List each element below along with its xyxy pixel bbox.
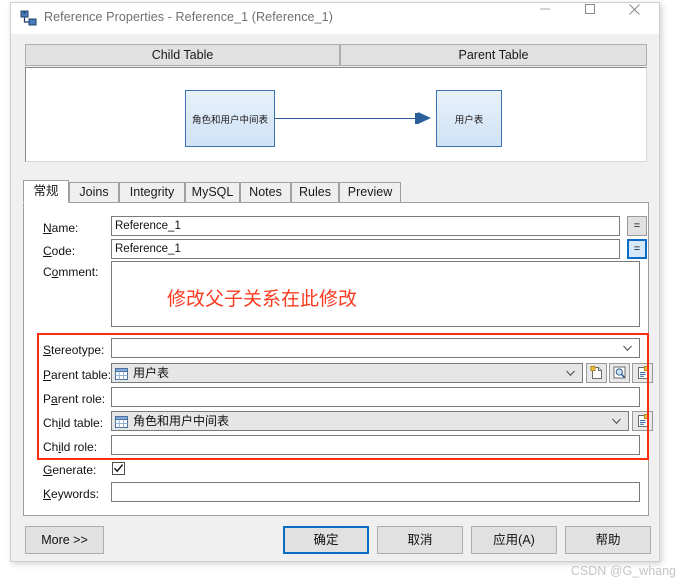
keywords-label: Keywords: [43,487,100,501]
child-table-label: Child table: [43,416,104,430]
tab-preview[interactable]: Preview [339,182,401,203]
red-annotation-text: 修改父子关系在此修改 [167,288,358,310]
table-icon [115,415,128,428]
diagram-child-table-box[interactable]: 角色和用户中间表 [185,90,275,147]
tab-strip: 常规 Joins Integrity MySQL Notes Rules Pre… [23,180,649,203]
parent-table-label: Parent table: [43,368,112,382]
parent-table-combobox[interactable]: 用户表 [111,363,583,383]
title-bar: Reference Properties - Reference_1 (Refe… [11,3,659,34]
code-label: Code: [43,244,76,258]
parent-table-value: 用户表 [133,365,170,380]
parent-role-input[interactable] [111,387,640,407]
general-tab-panel: Name: Reference_1 = Code: Reference_1 = … [23,202,653,516]
parent-table-new-icon[interactable] [586,363,607,383]
diagram-parent-table-box[interactable]: 用户表 [436,90,502,147]
keywords-input[interactable] [111,482,640,502]
ok-button[interactable]: 确定 [283,526,369,554]
relationship-diagram-panel[interactable]: 角色和用户中间表 用户表 [25,67,647,162]
chevron-down-icon [612,412,621,431]
child-role-label: Child role: [43,440,98,454]
chevron-down-icon [566,364,575,383]
child-table-header-button[interactable]: Child Table [25,44,340,66]
generate-checkbox[interactable] [112,462,125,475]
child-table-combobox[interactable]: 角色和用户中间表 [111,411,629,431]
chevron-down-icon [623,339,632,358]
diagram-link-line [275,118,423,119]
tab-mysql[interactable]: MySQL [185,182,240,203]
minimize-icon[interactable] [522,3,567,33]
child-table-properties-icon[interactable] [632,411,653,431]
name-label: Name: [43,221,79,235]
help-button[interactable]: 帮助 [565,526,651,554]
comment-textarea[interactable]: 修改父子关系在此修改 [111,261,640,327]
table-icon [115,367,128,380]
reference-relationship-icon [20,10,38,27]
tab-notes[interactable]: Notes [240,182,291,203]
parent-table-properties-icon[interactable] [632,363,653,383]
cancel-button[interactable]: 取消 [377,526,463,554]
name-equals-button[interactable]: = [627,216,647,236]
dialog-button-bar: More >> 确定 取消 应用(A) 帮助 [11,516,659,563]
tab-rules[interactable]: Rules [291,182,339,203]
parent-role-label: Parent role: [43,392,106,406]
stereotype-label: Stereotype: [43,343,105,357]
table-header-row: Child Table Parent Table [25,44,647,66]
child-table-value: 角色和用户中间表 [133,413,230,428]
watermark-text: CSDN @G_whang [570,564,676,578]
stereotype-combobox[interactable] [111,338,640,358]
reference-properties-dialog: Reference Properties - Reference_1 (Refe… [10,2,660,562]
tab-joins[interactable]: Joins [69,182,119,203]
parent-table-header-button[interactable]: Parent Table [340,44,647,66]
comment-label: Comment: [43,265,99,279]
window-title: Reference Properties - Reference_1 (Refe… [44,10,333,24]
more-button[interactable]: More >> [25,526,104,554]
apply-button[interactable]: 应用(A) [471,526,557,554]
tab-general[interactable]: 常规 [23,180,69,203]
parent-table-search-icon[interactable] [609,363,630,383]
name-input[interactable]: Reference_1 [111,216,620,236]
tab-integrity[interactable]: Integrity [119,182,185,203]
diagram-arrow-icon [418,112,431,124]
screenshot-root: Reference Properties - Reference_1 (Refe… [0,0,682,582]
code-input[interactable]: Reference_1 [111,239,620,259]
code-equals-button[interactable]: = [627,239,647,259]
generate-label: Generate: [43,463,97,477]
close-icon[interactable] [612,3,657,33]
maximize-icon[interactable] [567,3,612,33]
child-role-input[interactable] [111,435,640,455]
